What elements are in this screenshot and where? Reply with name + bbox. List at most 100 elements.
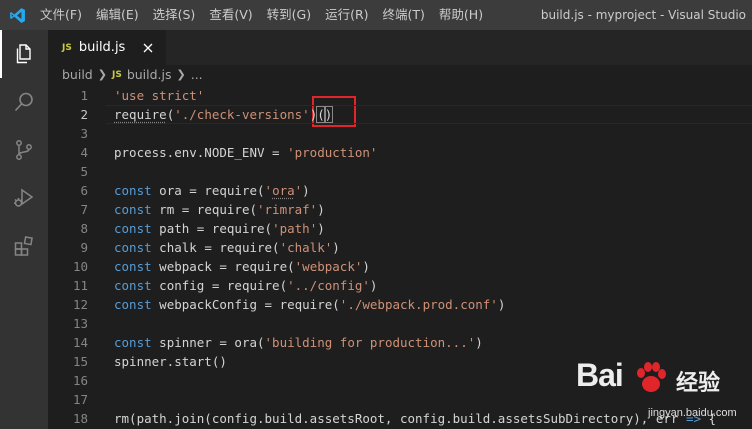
code-token: './check-versions'	[174, 107, 310, 122]
menu-item-5[interactable]: 运行(R)	[318, 0, 375, 30]
search-button[interactable]	[0, 78, 48, 126]
js-file-icon: JS	[111, 69, 122, 80]
code-line: 10 const webpack = require('webpack')	[48, 257, 752, 276]
menu-item-6[interactable]: 终端(T)	[376, 0, 432, 30]
code-token: 'building for production...'	[264, 335, 476, 350]
source-control-button[interactable]	[0, 126, 48, 174]
line-number: 14	[72, 335, 88, 350]
code-line: 13	[48, 314, 752, 333]
line-number: 10	[72, 259, 88, 274]
code-token: const	[114, 183, 152, 198]
code-line: 1 'use strict'	[48, 86, 752, 105]
menu-item-0[interactable]: 文件(F)	[34, 0, 89, 30]
code-token: const	[114, 221, 152, 236]
line-number: 16	[72, 373, 88, 388]
code-text: const path = require('path')	[114, 219, 325, 238]
code-text: const spinner = ora('building for produc…	[114, 333, 483, 352]
menu-item-2[interactable]: 选择(S)	[146, 0, 203, 30]
watermark: Bai 经验 jingyan.baidu.com	[568, 355, 748, 425]
code-token: 'use strict'	[114, 88, 205, 103]
code-line: 14 const spinner = ora('building for prod…	[48, 333, 752, 352]
run-debug-icon	[14, 188, 34, 207]
code-token: )	[475, 335, 483, 350]
code-token: 'production'	[287, 145, 378, 160]
code-token: )	[497, 297, 506, 312]
watermark-brand: Bai	[576, 357, 624, 393]
line-number: 9	[80, 240, 88, 255]
line-number: 18	[72, 411, 88, 426]
line-number: 7	[80, 202, 88, 217]
line-number: 8	[80, 221, 88, 236]
code-text: const webpackConfig = require('./webpack…	[114, 295, 505, 314]
line-number: 4	[80, 145, 88, 160]
editor-tabs: JS build.js	[48, 30, 752, 65]
title-bar: 文件(F) 编辑(E) 选择(S) 查看(V) 转到(G) 运行(R) 终端(T) 帮助(H)…	[0, 0, 752, 30]
line-number: 3	[80, 126, 88, 141]
code-token: ora	[272, 183, 295, 198]
line-number: 17	[72, 392, 88, 407]
code-token: rm = require(	[151, 202, 257, 217]
code-token: './webpack.prod.conf'	[339, 297, 498, 312]
watermark-text: 经验	[676, 371, 721, 396]
code-token: spinner.start()	[114, 354, 227, 369]
code-line: 5	[48, 162, 752, 181]
code-token: path = require(	[151, 221, 273, 236]
run-debug-button[interactable]	[0, 174, 48, 222]
code-token: const	[114, 202, 152, 217]
code-token: webpack = require(	[151, 259, 295, 274]
explorer-button[interactable]	[0, 30, 48, 78]
breadcrumb-more[interactable]: ...	[191, 67, 203, 82]
tab-label: build.js	[78, 40, 126, 55]
breadcrumb-folder[interactable]: build	[62, 67, 93, 82]
code-token: )	[369, 278, 378, 293]
source-control-icon	[16, 140, 32, 160]
code-token: 'path'	[272, 221, 318, 236]
code-token: )	[302, 183, 310, 198]
code-text: 'use strict'	[114, 86, 204, 105]
files-icon	[16, 44, 31, 64]
code-text: const webpack = require('webpack')	[114, 257, 370, 276]
code-token: process.env.NODE_ENV =	[114, 145, 288, 160]
code-token: 'webpack'	[294, 259, 363, 274]
line-number: 1	[80, 88, 88, 103]
line-number: 2	[80, 107, 88, 122]
chevron-right-icon: ❯	[97, 68, 107, 81]
code-token: const	[114, 259, 152, 274]
menu-item-1[interactable]: 编辑(E)	[89, 0, 146, 30]
code-token: 'rimraf'	[257, 202, 318, 217]
menu-item-3[interactable]: 查看(V)	[202, 0, 259, 30]
code-line: 2 require('./check-versions')()	[48, 105, 752, 124]
code-line: 8 const path = require('path')	[48, 219, 752, 238]
search-icon	[14, 92, 33, 112]
code-line: 7 const rm = require('rimraf')	[48, 200, 752, 219]
watermark-url: jingyan.baidu.com	[648, 407, 737, 419]
code-line: 4 process.env.NODE_ENV = 'production'	[48, 143, 752, 162]
code-token: require	[114, 107, 167, 122]
code-text: require('./check-versions')()	[114, 105, 334, 124]
close-icon[interactable]	[140, 40, 156, 56]
code-token: const	[114, 297, 152, 312]
breadcrumb-file[interactable]: build.js	[127, 67, 172, 82]
code-token: ora = require(	[151, 183, 265, 198]
breadcrumb: build ❯ JS build.js ❯ ...	[48, 65, 752, 84]
vscode-logo-icon	[0, 0, 34, 30]
menu-item-4[interactable]: 转到(G)	[260, 0, 318, 30]
code-token: const	[114, 240, 152, 255]
code-text: const chalk = require('chalk')	[114, 238, 340, 257]
code-token: )	[332, 240, 340, 255]
line-number: 13	[72, 316, 88, 331]
tab-build-js[interactable]: JS build.js	[48, 30, 166, 65]
menu-item-7[interactable]: 帮助(H)	[432, 0, 490, 30]
code-token: chalk = require(	[151, 240, 280, 255]
code-text: process.env.NODE_ENV = 'production'	[114, 143, 377, 162]
line-number: 11	[72, 278, 88, 293]
extensions-button[interactable]	[0, 222, 48, 270]
code-line: 12 const webpackConfig = require('./webpa…	[48, 295, 752, 314]
code-token: const	[114, 335, 152, 350]
code-text: const rm = require('rimraf')	[114, 200, 325, 219]
code-text: const ora = require('ora')	[114, 181, 310, 200]
extensions-icon	[14, 236, 33, 256]
line-number: 6	[80, 183, 88, 198]
code-token: const	[114, 278, 152, 293]
code-token: webpackConfig = require(	[151, 297, 340, 312]
